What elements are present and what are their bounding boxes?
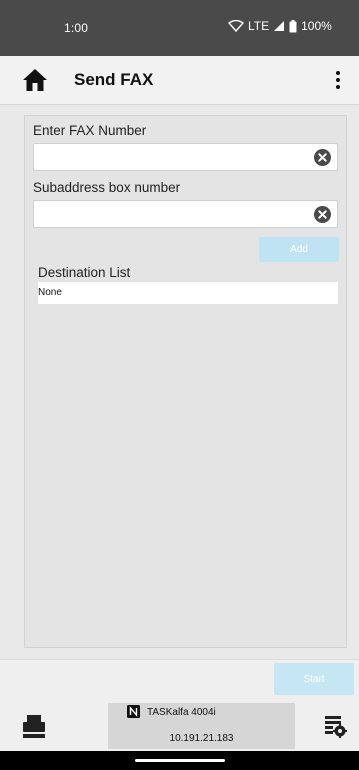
status-bar: 1:00 LTE 100% bbox=[0, 0, 359, 56]
clear-icon[interactable] bbox=[314, 206, 331, 223]
nfc-icon bbox=[127, 705, 140, 718]
clear-icon[interactable] bbox=[314, 149, 331, 166]
device-ip: 10.191.21.183 bbox=[169, 733, 234, 744]
fax-number-field-wrap bbox=[33, 143, 338, 171]
wifi-icon bbox=[228, 20, 244, 32]
signal-icon bbox=[274, 21, 285, 31]
app-bar: Send FAX bbox=[0, 56, 359, 105]
send-fax-panel: Enter FAX Number Subaddress box number A… bbox=[24, 115, 347, 648]
start-button[interactable]: Start bbox=[274, 663, 354, 695]
device-info[interactable]: TASKalfa 4004i 10.191.21.183 bbox=[108, 703, 295, 749]
home-gesture-handle[interactable] bbox=[135, 759, 225, 762]
printer-settings-icon[interactable] bbox=[323, 714, 347, 738]
device-name: TASKalfa 4004i bbox=[147, 707, 216, 718]
destination-list-label: Destination List bbox=[38, 265, 131, 280]
navigation-bar bbox=[0, 751, 359, 770]
list-item: None bbox=[38, 287, 62, 298]
device-bar: TASKalfa 4004i 10.191.21.183 bbox=[0, 701, 359, 751]
printer-icon[interactable] bbox=[22, 713, 46, 739]
battery-icon bbox=[289, 19, 297, 32]
more-vert-icon[interactable] bbox=[332, 69, 344, 91]
destination-list: None bbox=[38, 282, 338, 304]
home-icon[interactable] bbox=[22, 67, 48, 93]
page-title: Send FAX bbox=[74, 70, 154, 89]
battery-level: 100% bbox=[301, 19, 332, 33]
subaddress-field-wrap bbox=[33, 200, 338, 228]
status-icons: LTE 100% bbox=[228, 19, 332, 33]
fax-number-input[interactable] bbox=[34, 144, 311, 170]
action-bar: Start bbox=[0, 659, 359, 702]
status-time: 1:00 bbox=[64, 21, 89, 35]
subaddress-label: Subaddress box number bbox=[33, 180, 181, 195]
subaddress-input[interactable] bbox=[34, 201, 311, 227]
add-button[interactable]: Add bbox=[259, 237, 339, 262]
network-type: LTE bbox=[248, 19, 270, 33]
fax-number-label: Enter FAX Number bbox=[33, 123, 147, 138]
